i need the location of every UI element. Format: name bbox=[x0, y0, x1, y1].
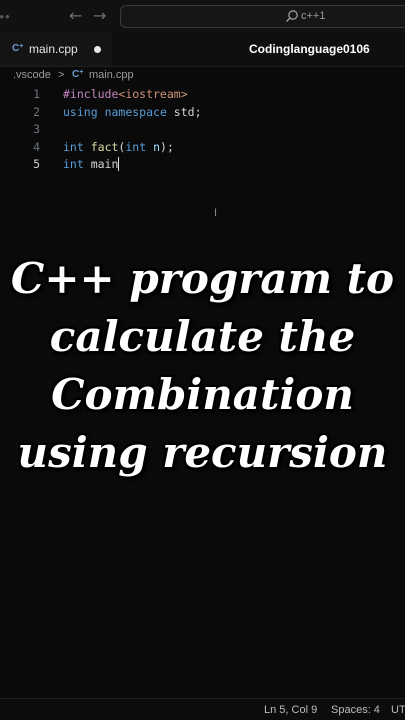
caption-line-3: Combination bbox=[51, 370, 354, 419]
line-number: 1 bbox=[33, 87, 40, 101]
code-line[interactable]: 1 #include<iostream> bbox=[0, 86, 405, 104]
line-number: 4 bbox=[33, 139, 40, 154]
code-text: using namespace std; bbox=[63, 105, 202, 119]
tab-main-cpp[interactable]: C+ main.cpp bbox=[0, 32, 112, 66]
more-icon[interactable]: ••• bbox=[0, 9, 18, 24]
code-token: #include bbox=[63, 87, 119, 101]
code-token: <iostream> bbox=[118, 87, 188, 101]
code-token: int bbox=[125, 139, 147, 154]
code-line[interactable]: 2 using namespace std; bbox=[0, 104, 405, 122]
video-caption: C++ program to calculate the Combination… bbox=[0, 250, 405, 482]
title-bar: ••• ← → c++1 bbox=[0, 0, 405, 32]
code-token: fact bbox=[90, 139, 119, 154]
tab-label: main.cpp bbox=[29, 42, 78, 56]
search-icon bbox=[286, 10, 298, 22]
status-bar: Ln 5, Col 9 Spaces: 4 UT bbox=[0, 698, 405, 720]
caption-line-1: C++ program to bbox=[10, 254, 395, 303]
code-token: std; bbox=[166, 104, 202, 119]
cpp-file-icon: C+ bbox=[72, 69, 84, 80]
search-text: c++1 bbox=[301, 10, 326, 22]
code-token: using bbox=[63, 104, 98, 119]
code-token: n bbox=[153, 139, 161, 154]
code-text: int fact(int n); bbox=[63, 140, 174, 154]
command-center-search[interactable]: c++1 bbox=[120, 5, 405, 28]
breadcrumb-folder[interactable]: .vscode bbox=[13, 69, 51, 81]
forward-arrow-icon[interactable]: → bbox=[93, 6, 106, 25]
watermark-text: Codinglanguage0106 bbox=[249, 42, 370, 56]
unsaved-dot-icon[interactable] bbox=[94, 46, 101, 53]
caption-line-2: calculate the bbox=[49, 312, 356, 361]
code-line[interactable]: 5 int main bbox=[0, 156, 405, 174]
tab-bar: C+ main.cpp Codinglanguage0106 bbox=[0, 32, 405, 67]
line-number: 5 bbox=[33, 157, 40, 171]
back-arrow-icon[interactable]: ← bbox=[69, 6, 82, 25]
cursor-position[interactable]: Ln 5, Col 9 bbox=[264, 704, 317, 716]
indentation-setting[interactable]: Spaces: 4 bbox=[331, 704, 380, 716]
code-line[interactable]: 4 int fact(int n); bbox=[0, 139, 405, 157]
text-cursor-icon: I bbox=[214, 207, 218, 219]
code-token: int bbox=[63, 139, 84, 154]
cpp-file-icon: C+ bbox=[12, 43, 24, 54]
code-text: #include<iostream> bbox=[63, 87, 188, 101]
breadcrumb: .vscode > C+ main.cpp bbox=[0, 66, 405, 86]
line-number: 3 bbox=[33, 122, 40, 136]
code-token: ); bbox=[160, 139, 174, 154]
line-number: 2 bbox=[33, 104, 40, 119]
code-token: namespace bbox=[104, 104, 167, 119]
breadcrumb-file[interactable]: main.cpp bbox=[89, 69, 134, 81]
code-token: int bbox=[63, 157, 84, 171]
text-caret bbox=[118, 157, 120, 171]
caption-line-4: using recursion bbox=[17, 428, 388, 477]
code-token: main bbox=[83, 157, 119, 171]
encoding-setting[interactable]: UT bbox=[391, 704, 405, 716]
breadcrumb-separator-icon: > bbox=[58, 69, 65, 81]
code-line[interactable]: 3 bbox=[0, 121, 405, 139]
code-text: int main bbox=[63, 157, 120, 171]
